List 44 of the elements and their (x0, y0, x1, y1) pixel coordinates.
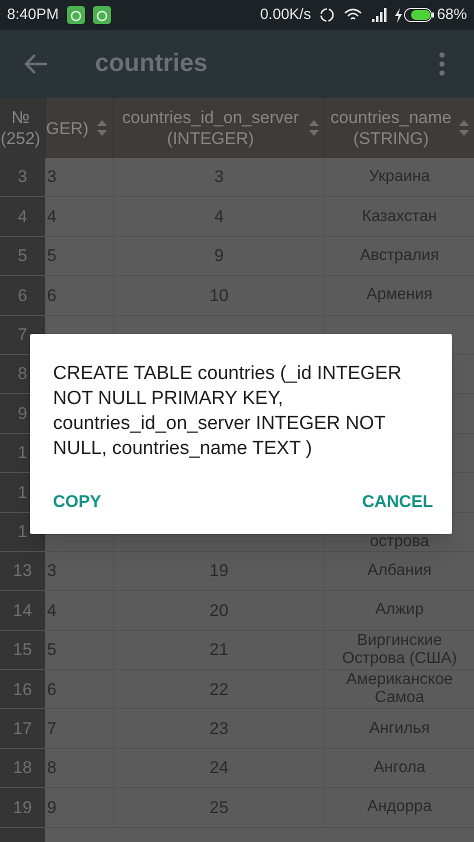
dialog-message: CREATE TABLE countries (_id INTEGER NOT NULL PRIMARY KEY, countries_id_on_server INTEGER NOT NULL, countries_name TEXT ) (53, 362, 402, 461)
app-icon (66, 6, 85, 24)
charging-icon (394, 8, 403, 22)
table-cell-text: 9 (18, 402, 28, 425)
column-title: № (252) (0, 107, 40, 149)
more-icon (439, 52, 445, 76)
column-title: countries_id_on_server (INTEGER) (121, 107, 300, 149)
table-cell-text: 5 (18, 245, 28, 268)
back-arrow-icon (24, 53, 48, 75)
table-cell-text: 17 (13, 718, 32, 740)
column-title: GER) (46, 118, 90, 138)
sort-icon (458, 119, 470, 137)
table-cell-text: 7 (18, 324, 28, 346)
cancel-button[interactable]: CANCEL (354, 483, 441, 520)
copy-button[interactable]: COPY (45, 483, 110, 520)
sort-icon (96, 119, 108, 137)
table-cell-text: 8 (18, 363, 28, 386)
table-cell-text: 18 (13, 757, 32, 780)
signal-icon (372, 8, 388, 22)
table-cell-text: 4 (18, 206, 28, 228)
table-cell-text: 19 (13, 796, 32, 819)
network-speed: 0.00K/s (260, 4, 311, 25)
table-cell-text: 3 (18, 166, 28, 188)
wifi-icon (344, 8, 362, 22)
sync-icon (318, 7, 335, 23)
table-cell-text: 1 (18, 482, 28, 504)
toolbar-title: countries (95, 48, 208, 80)
column-header[interactable]: countries_id_on_server (INTEGER) (113, 98, 324, 158)
battery-icon (404, 8, 434, 22)
sort-icon (308, 119, 320, 137)
table-cell-text: 14 (13, 600, 32, 622)
column-header[interactable]: countries_name (STRING) (324, 98, 474, 158)
column-header[interactable]: GER) (45, 98, 113, 158)
table-cell-text: 16 (13, 678, 32, 701)
table-cell-text: 1 (18, 520, 28, 543)
battery-percent: 68% (436, 4, 467, 25)
column-header[interactable]: № (252) (0, 98, 45, 158)
table-cell-text: 1 (18, 442, 28, 464)
app-icon (92, 6, 111, 24)
table-cell-text: 15 (13, 639, 32, 662)
status-time: 8:40PM (7, 4, 59, 25)
column-title: countries_name (STRING) (330, 107, 452, 149)
table-cell-text: 6 (18, 284, 28, 307)
table-cell-text: 13 (13, 560, 32, 582)
